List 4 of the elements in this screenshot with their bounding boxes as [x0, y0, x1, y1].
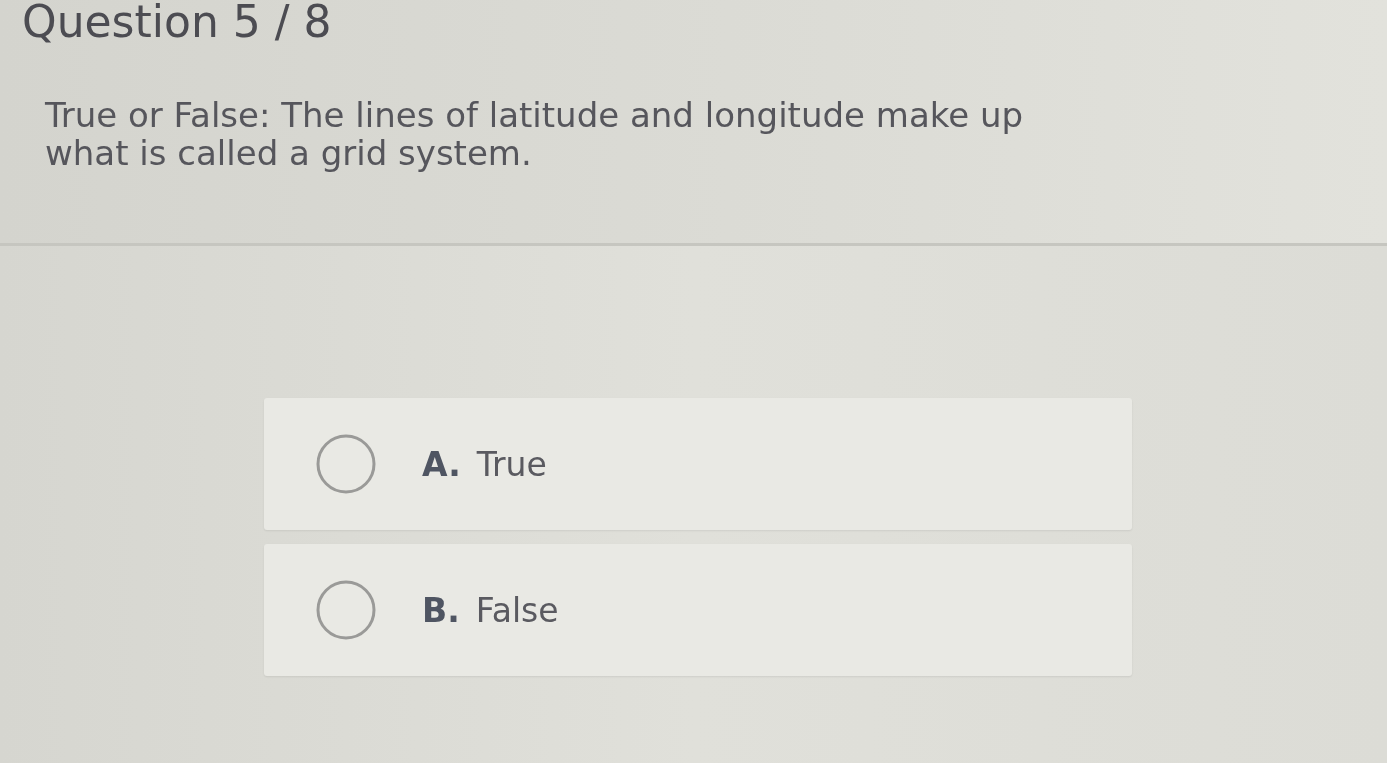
question-counter: Question 5 / 8: [22, 0, 332, 44]
question-text: True or False: The lines of latitude and longitude make up what is called a grid system.: [45, 96, 1025, 172]
answer-option[interactable]: B. False: [264, 544, 1132, 676]
answer-option[interactable]: A. True: [264, 398, 1132, 530]
